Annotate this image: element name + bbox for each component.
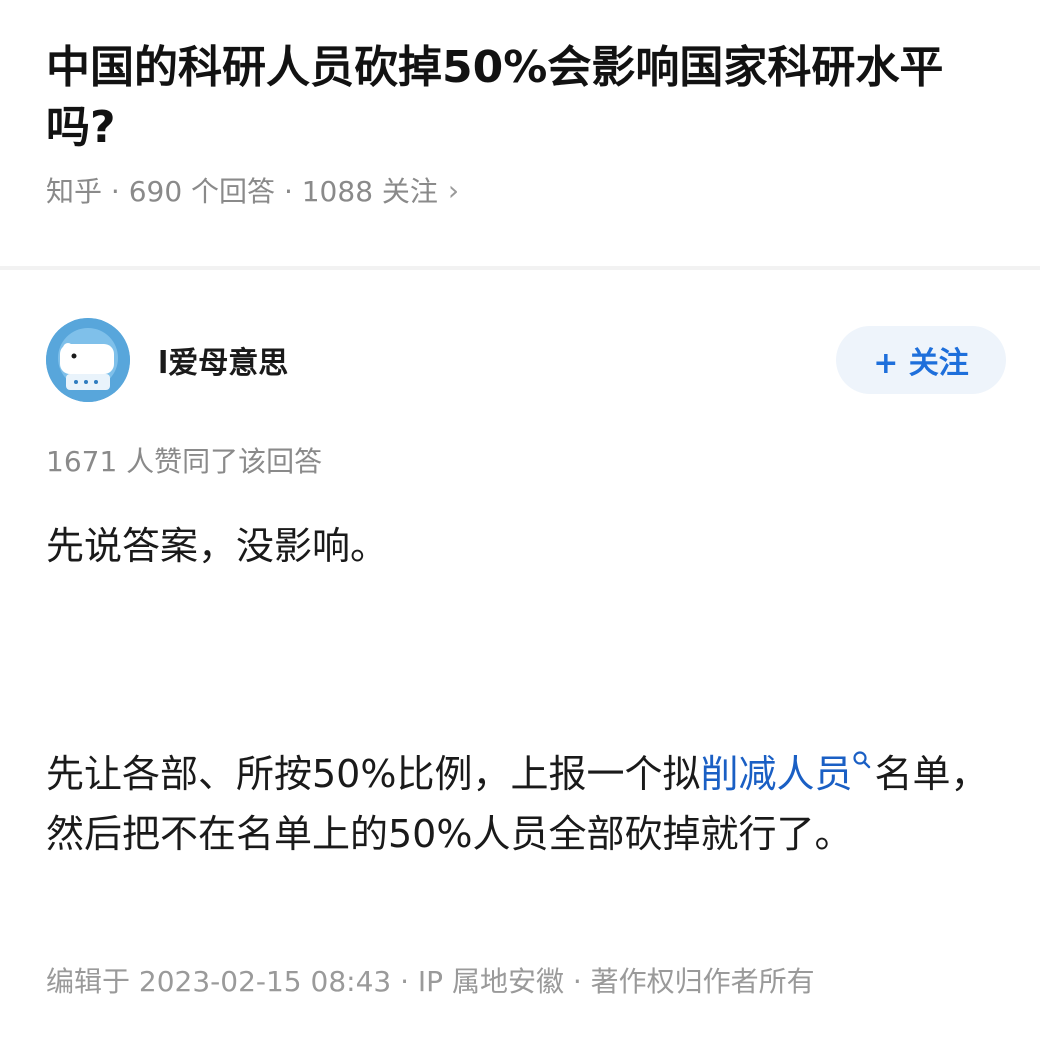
author-row: l爱母意思 + 关注 — [46, 318, 1006, 402]
question-title[interactable]: 中国的科研人员砍掉50%会影响国家科研水平吗? — [46, 38, 1006, 158]
question-meta[interactable]: 知乎 · 690 个回答 · 1088 关注 › — [46, 170, 1006, 210]
chevron-right-icon: › — [447, 173, 460, 207]
search-icon — [853, 751, 871, 769]
answer-footer: 编辑于 2023-02-15 08:43 · IP 属地安徽 · 著作权归作者所… — [46, 965, 815, 998]
vote-count: 1671 人赞同了该回答 — [46, 445, 323, 478]
question-header: 中国的科研人员砍掉50%会影响国家科研水平吗? 知乎 · 690 个回答 · 1… — [46, 38, 1006, 210]
question-meta-text: 知乎 · 690 个回答 · 1088 关注 — [46, 175, 438, 208]
section-divider — [0, 266, 1040, 270]
avatar[interactable] — [46, 318, 130, 402]
follow-button[interactable]: + 关注 — [836, 326, 1006, 394]
avatar-image — [46, 318, 130, 402]
search-link[interactable]: 削减人员 — [700, 752, 852, 796]
answer-paragraph-1: 先说答案，没影响。 — [46, 524, 389, 568]
answer-paragraph-2: 先让各部、所按50%比例，上报一个拟削减人员 名单，然后把不在名单上的50%人员全… — [46, 744, 1006, 864]
author-name[interactable]: l爱母意思 — [158, 338, 288, 382]
answer-paragraph-2-start: 先让各部、所按50%比例，上报一个拟 — [46, 752, 701, 796]
